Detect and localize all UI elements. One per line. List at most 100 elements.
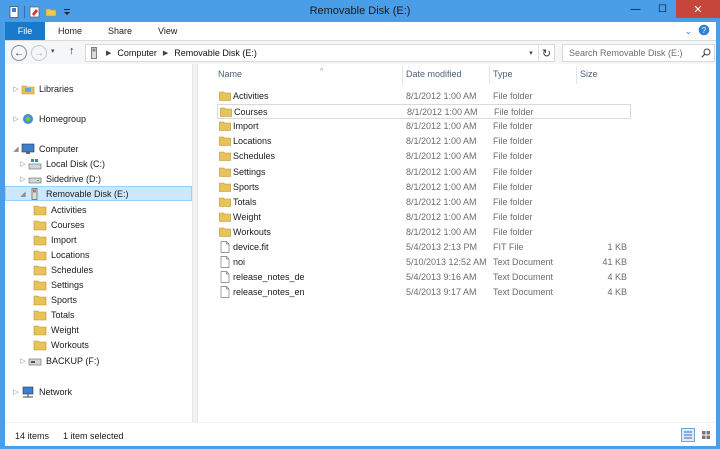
file-row[interactable]: Weight 8/1/2012 1:00 AM File folder: [217, 210, 631, 225]
file-icon: [219, 241, 231, 253]
search-box[interactable]: Search Removable Disk (E:): [562, 44, 715, 62]
folder-icon: [219, 90, 231, 102]
tree-item-sidedrive[interactable]: ▷ Sidedrive (D:): [18, 171, 101, 186]
tree-item-computer[interactable]: ◢ Computer: [11, 141, 79, 156]
tree-label: Homegroup: [39, 113, 87, 124]
navigation-bar: ← → ▾ ↑ ▶ Computer ▶ Removable Disk (E:)…: [5, 40, 716, 64]
title-bar[interactable]: Removable Disk (E:) — ☐ ✕: [0, 0, 720, 24]
tree-item-removable-disk[interactable]: ◢ Removable Disk (E:): [5, 186, 192, 201]
tree-item-local-disk[interactable]: ▷ Local Disk (C:): [18, 156, 105, 171]
tree-item-libraries[interactable]: ▷ Libraries: [11, 81, 74, 96]
tree-label: Locations: [51, 249, 90, 260]
back-button[interactable]: ←: [11, 45, 27, 61]
file-row[interactable]: release_notes_en 5/4/2013 9:17 AM Text Doc…: [217, 285, 631, 300]
tree-label: Courses: [51, 219, 85, 230]
tab-share[interactable]: Share: [95, 22, 145, 40]
expand-arrow-icon[interactable]: ▷: [18, 175, 28, 183]
tree-item-subfolder[interactable]: Workouts: [33, 337, 89, 352]
file-row[interactable]: Courses 8/1/2012 1:00 AM File folder: [217, 104, 631, 120]
breadcrumb-separator[interactable]: ▶: [106, 49, 111, 57]
close-button[interactable]: ✕: [676, 0, 720, 18]
tree-item-homegroup[interactable]: ▷ Homegroup: [11, 111, 86, 126]
collapse-arrow-icon[interactable]: ◢: [11, 145, 21, 153]
minimize-button[interactable]: —: [622, 0, 649, 18]
tab-file[interactable]: File: [5, 22, 45, 40]
tree-item-subfolder[interactable]: Courses: [33, 217, 85, 232]
file-list[interactable]: Name ^ Date modified Type Size Activitie…: [201, 64, 716, 422]
file-type: File folder: [493, 91, 533, 101]
file-row[interactable]: Activities 8/1/2012 1:00 AM File folder: [217, 89, 631, 104]
file-name: Settings: [233, 166, 266, 177]
refresh-button[interactable]: ↻: [538, 45, 554, 61]
recent-locations-dropdown[interactable]: ▾: [51, 47, 55, 55]
column-divider[interactable]: [402, 66, 403, 84]
file-row[interactable]: Totals 8/1/2012 1:00 AM File folder: [217, 195, 631, 210]
file-row[interactable]: Sports 8/1/2012 1:00 AM File folder: [217, 180, 631, 195]
help-icon[interactable]: ?: [698, 24, 710, 38]
file-row[interactable]: Locations 8/1/2012 1:00 AM File folder: [217, 134, 631, 149]
file-date: 8/1/2012 1:00 AM: [406, 211, 477, 222]
file-size: 1 KB: [607, 242, 627, 252]
folder-icon: [219, 226, 231, 238]
tab-home[interactable]: Home: [45, 22, 95, 40]
search-input[interactable]: Search Removable Disk (E:): [569, 48, 698, 58]
navigation-pane[interactable]: ▷ Libraries ▷ Homegroup ◢ Computer ▷ Loc…: [5, 64, 195, 422]
column-header-date[interactable]: Date modified: [406, 69, 462, 83]
folder-icon: [219, 150, 231, 162]
column-header-type[interactable]: Type: [493, 69, 513, 83]
file-row[interactable]: Import 8/1/2012 1:00 AM File folder: [217, 119, 631, 134]
tree-label: Network: [39, 386, 73, 397]
address-history-dropdown[interactable]: ▾: [524, 45, 538, 61]
tree-item-subfolder[interactable]: Totals: [33, 307, 75, 322]
column-divider[interactable]: [489, 66, 490, 84]
expand-arrow-icon[interactable]: ▷: [18, 160, 28, 168]
folder-icon: [33, 204, 47, 216]
breadcrumb-separator[interactable]: ▶: [163, 49, 168, 57]
expand-arrow-icon[interactable]: ▷: [18, 357, 28, 365]
tree-item-subfolder[interactable]: Sports: [33, 292, 77, 307]
file-date: 8/1/2012 1:00 AM: [406, 136, 477, 147]
tree-item-subfolder[interactable]: Weight: [33, 322, 79, 337]
search-icon[interactable]: [698, 48, 714, 58]
file-name: Courses: [234, 107, 268, 118]
large-icons-view-icon[interactable]: [699, 428, 713, 442]
tree-item-subfolder[interactable]: Settings: [33, 277, 84, 292]
column-divider[interactable]: [576, 66, 577, 84]
file-date: 8/1/2012 1:00 AM: [406, 91, 477, 101]
expand-arrow-icon[interactable]: ▷: [11, 115, 21, 123]
file-type: Text Document: [493, 272, 554, 283]
forward-button[interactable]: →: [31, 45, 47, 61]
maximize-button[interactable]: ☐: [649, 0, 676, 18]
file-row[interactable]: Schedules 8/1/2012 1:00 AM File folder: [217, 149, 631, 164]
expand-arrow-icon[interactable]: ▷: [11, 85, 21, 93]
tree-item-subfolder[interactable]: Locations: [33, 247, 90, 262]
expand-ribbon-icon[interactable]: ⌄: [684, 26, 692, 37]
file-row[interactable]: Workouts 8/1/2012 1:00 AM File folder: [217, 225, 631, 240]
tree-item-backup[interactable]: ▷ BACKUP (F:): [18, 353, 99, 368]
tree-item-subfolder[interactable]: Schedules: [33, 262, 93, 277]
details-view-icon[interactable]: [681, 428, 695, 442]
folder-icon: [219, 120, 231, 132]
tab-view[interactable]: View: [145, 22, 190, 40]
tree-label: Activities: [51, 204, 87, 215]
up-button[interactable]: ↑: [69, 45, 75, 57]
tree-label: Totals: [51, 309, 75, 320]
file-name: Weight: [233, 211, 261, 222]
file-row[interactable]: release_notes_de 5/4/2013 9:16 AM Text Doc…: [217, 270, 631, 285]
tree-label: Settings: [51, 279, 84, 290]
breadcrumb-computer[interactable]: Computer: [117, 48, 157, 58]
column-header-name[interactable]: Name ^: [218, 68, 323, 83]
tree-item-subfolder[interactable]: Activities: [33, 202, 87, 217]
tree-item-network[interactable]: ▷ Network: [11, 384, 72, 399]
file-row[interactable]: Settings 8/1/2012 1:00 AM File folder: [217, 165, 631, 180]
file-row[interactable]: device.fit 5/4/2013 2:13 PM FIT File 1 KB: [217, 240, 631, 255]
pane-splitter[interactable]: [192, 64, 198, 422]
expand-arrow-icon[interactable]: ▷: [11, 388, 21, 396]
tree-item-subfolder[interactable]: Import: [33, 232, 77, 247]
file-row[interactable]: noi 5/10/2013 12:52 AM Text Document 41 KB: [217, 255, 631, 270]
breadcrumb-removable-disk[interactable]: Removable Disk (E:): [174, 48, 257, 58]
address-bar[interactable]: ▶ Computer ▶ Removable Disk (E:) ▾ ↻: [85, 44, 555, 62]
column-header-size[interactable]: Size: [580, 69, 598, 83]
folder-icon: [33, 249, 47, 261]
collapse-arrow-icon[interactable]: ◢: [18, 190, 28, 198]
